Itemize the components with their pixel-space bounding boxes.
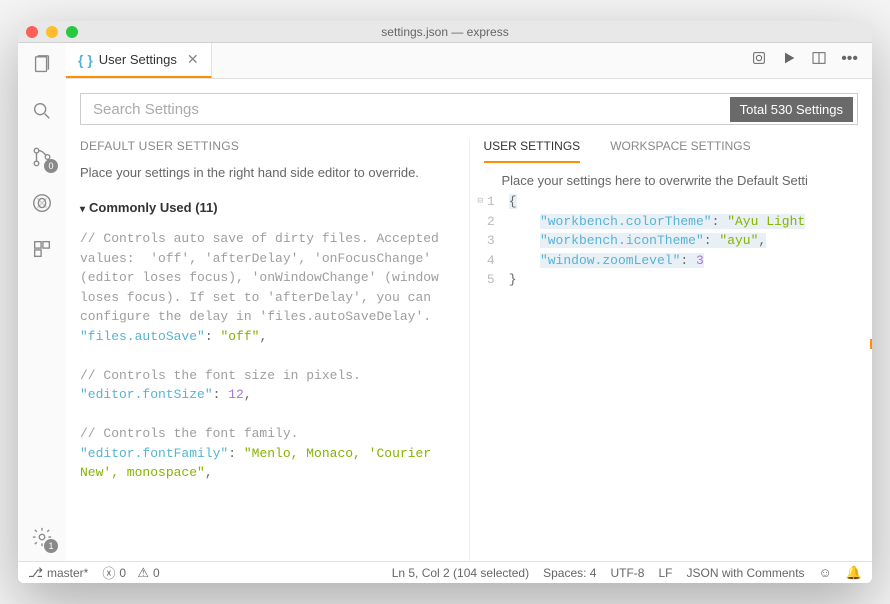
key-colortheme: "workbench.colorTheme" [540, 214, 712, 229]
body: 0 1 { } User Settings ✕ [18, 43, 872, 561]
git-branch[interactable]: ⎇master* [28, 565, 88, 581]
window: settings.json — express 0 1 [18, 21, 872, 583]
line-gutter: ⊟1 2 3 4 5 [470, 192, 509, 290]
extensions-icon[interactable] [28, 235, 56, 263]
left-pane-hint: Place your settings in the right hand si… [66, 165, 469, 194]
minimize-window-button[interactable] [46, 26, 58, 38]
line-1: { [509, 194, 517, 209]
run-icon[interactable] [781, 50, 797, 71]
search-input[interactable] [81, 101, 730, 118]
status-bar: ⎇master* ⓧ0 ⚠0 Ln 5, Col 2 (104 selected… [18, 561, 872, 583]
comment-fontfamily: // Controls the font family. [80, 424, 455, 444]
editor-group: { } User Settings ✕ ••• Total 530 Settin… [66, 43, 872, 561]
close-window-button[interactable] [26, 26, 38, 38]
more-actions-icon[interactable]: ••• [841, 50, 858, 71]
tabbar-actions: ••• [751, 50, 872, 71]
val-autosave: "off" [220, 329, 259, 344]
braces-icon: { } [78, 52, 93, 68]
problems[interactable]: ⓧ0 ⚠0 [102, 563, 159, 582]
indentation[interactable]: Spaces: 4 [543, 566, 596, 580]
editor-lines[interactable]: { "workbench.colorTheme": "Ayu Light "wo… [509, 192, 872, 290]
left-pane-header: DEFAULT USER SETTINGS [66, 139, 469, 165]
encoding[interactable]: UTF-8 [610, 566, 644, 580]
right-pane-hint: Place your settings here to overwrite th… [470, 163, 873, 192]
user-settings-editor[interactable]: ⊟1 2 3 4 5 { "workbench.colorTheme": "Ay… [470, 192, 873, 561]
branch-icon: ⎇ [28, 565, 43, 581]
language-mode[interactable]: JSON with Comments [687, 566, 805, 580]
error-icon: ⓧ [102, 563, 115, 582]
window-title: settings.json — express [381, 25, 508, 39]
minimap-indicator [870, 339, 872, 349]
tab-user-settings[interactable]: { } User Settings ✕ [66, 43, 212, 78]
key-autosave: "files.autoSave" [80, 329, 205, 344]
val-zoomlevel: 3 [696, 253, 704, 268]
scm-badge: 0 [44, 159, 58, 173]
default-settings-code: // Controls auto save of dirty files. Ac… [80, 229, 455, 483]
settings-gear-icon[interactable]: 1 [28, 523, 56, 551]
key-zoomlevel: "window.zoomLevel" [540, 253, 680, 268]
tab-bar: { } User Settings ✕ ••• [66, 43, 872, 79]
val-icontheme: "ayu" [719, 233, 758, 248]
right-pane-tabs: USER SETTINGS WORKSPACE SETTINGS [470, 139, 873, 163]
titlebar: settings.json — express [18, 21, 872, 43]
settings-count-badge: Total 530 Settings [730, 97, 853, 122]
val-fontsize: 12 [228, 387, 244, 402]
traffic-lights [26, 26, 78, 38]
cursor-position[interactable]: Ln 5, Col 2 (104 selected) [392, 566, 529, 580]
tab-label: User Settings [99, 52, 177, 67]
key-icontheme: "workbench.iconTheme" [540, 233, 704, 248]
maximize-window-button[interactable] [66, 26, 78, 38]
default-settings-pane: DEFAULT USER SETTINGS Place your setting… [66, 139, 470, 561]
open-changes-icon[interactable] [751, 50, 767, 71]
fold-icon[interactable]: ⊟ [478, 195, 483, 209]
source-control-icon[interactable]: 0 [28, 143, 56, 171]
activity-bar: 0 1 [18, 43, 66, 561]
notifications-icon[interactable]: 🔔 [846, 565, 862, 581]
gear-badge: 1 [44, 539, 58, 553]
val-colortheme: "Ayu Light [727, 214, 805, 229]
comment-fontsize: // Controls the font size in pixels. [80, 366, 455, 386]
key-fontfamily: "editor.fontFamily" [80, 446, 228, 461]
search-icon[interactable] [28, 97, 56, 125]
section-commonly-used[interactable]: Commonly Used (11) [80, 194, 455, 229]
tab-workspace-settings[interactable]: WORKSPACE SETTINGS [610, 139, 750, 163]
explorer-icon[interactable] [28, 51, 56, 79]
comment-autosave: // Controls auto save of dirty files. Ac… [80, 229, 455, 327]
eol[interactable]: LF [658, 566, 672, 580]
close-icon[interactable]: ✕ [187, 51, 199, 68]
feedback-icon[interactable]: ☺ [819, 565, 832, 580]
warning-icon: ⚠ [137, 565, 149, 581]
split-view: DEFAULT USER SETTINGS Place your setting… [66, 139, 872, 561]
search-settings-wrap: Total 530 Settings [80, 93, 858, 125]
key-fontsize: "editor.fontSize" [80, 387, 213, 402]
split-editor-icon[interactable] [811, 50, 827, 71]
user-settings-pane: USER SETTINGS WORKSPACE SETTINGS Place y… [470, 139, 873, 561]
line-5: } [509, 272, 517, 287]
debug-icon[interactable] [28, 189, 56, 217]
left-pane-content[interactable]: Commonly Used (11) // Controls auto save… [66, 194, 469, 561]
tab-user-settings-right[interactable]: USER SETTINGS [484, 139, 581, 163]
settings-editor: Total 530 Settings DEFAULT USER SETTINGS… [66, 79, 872, 561]
